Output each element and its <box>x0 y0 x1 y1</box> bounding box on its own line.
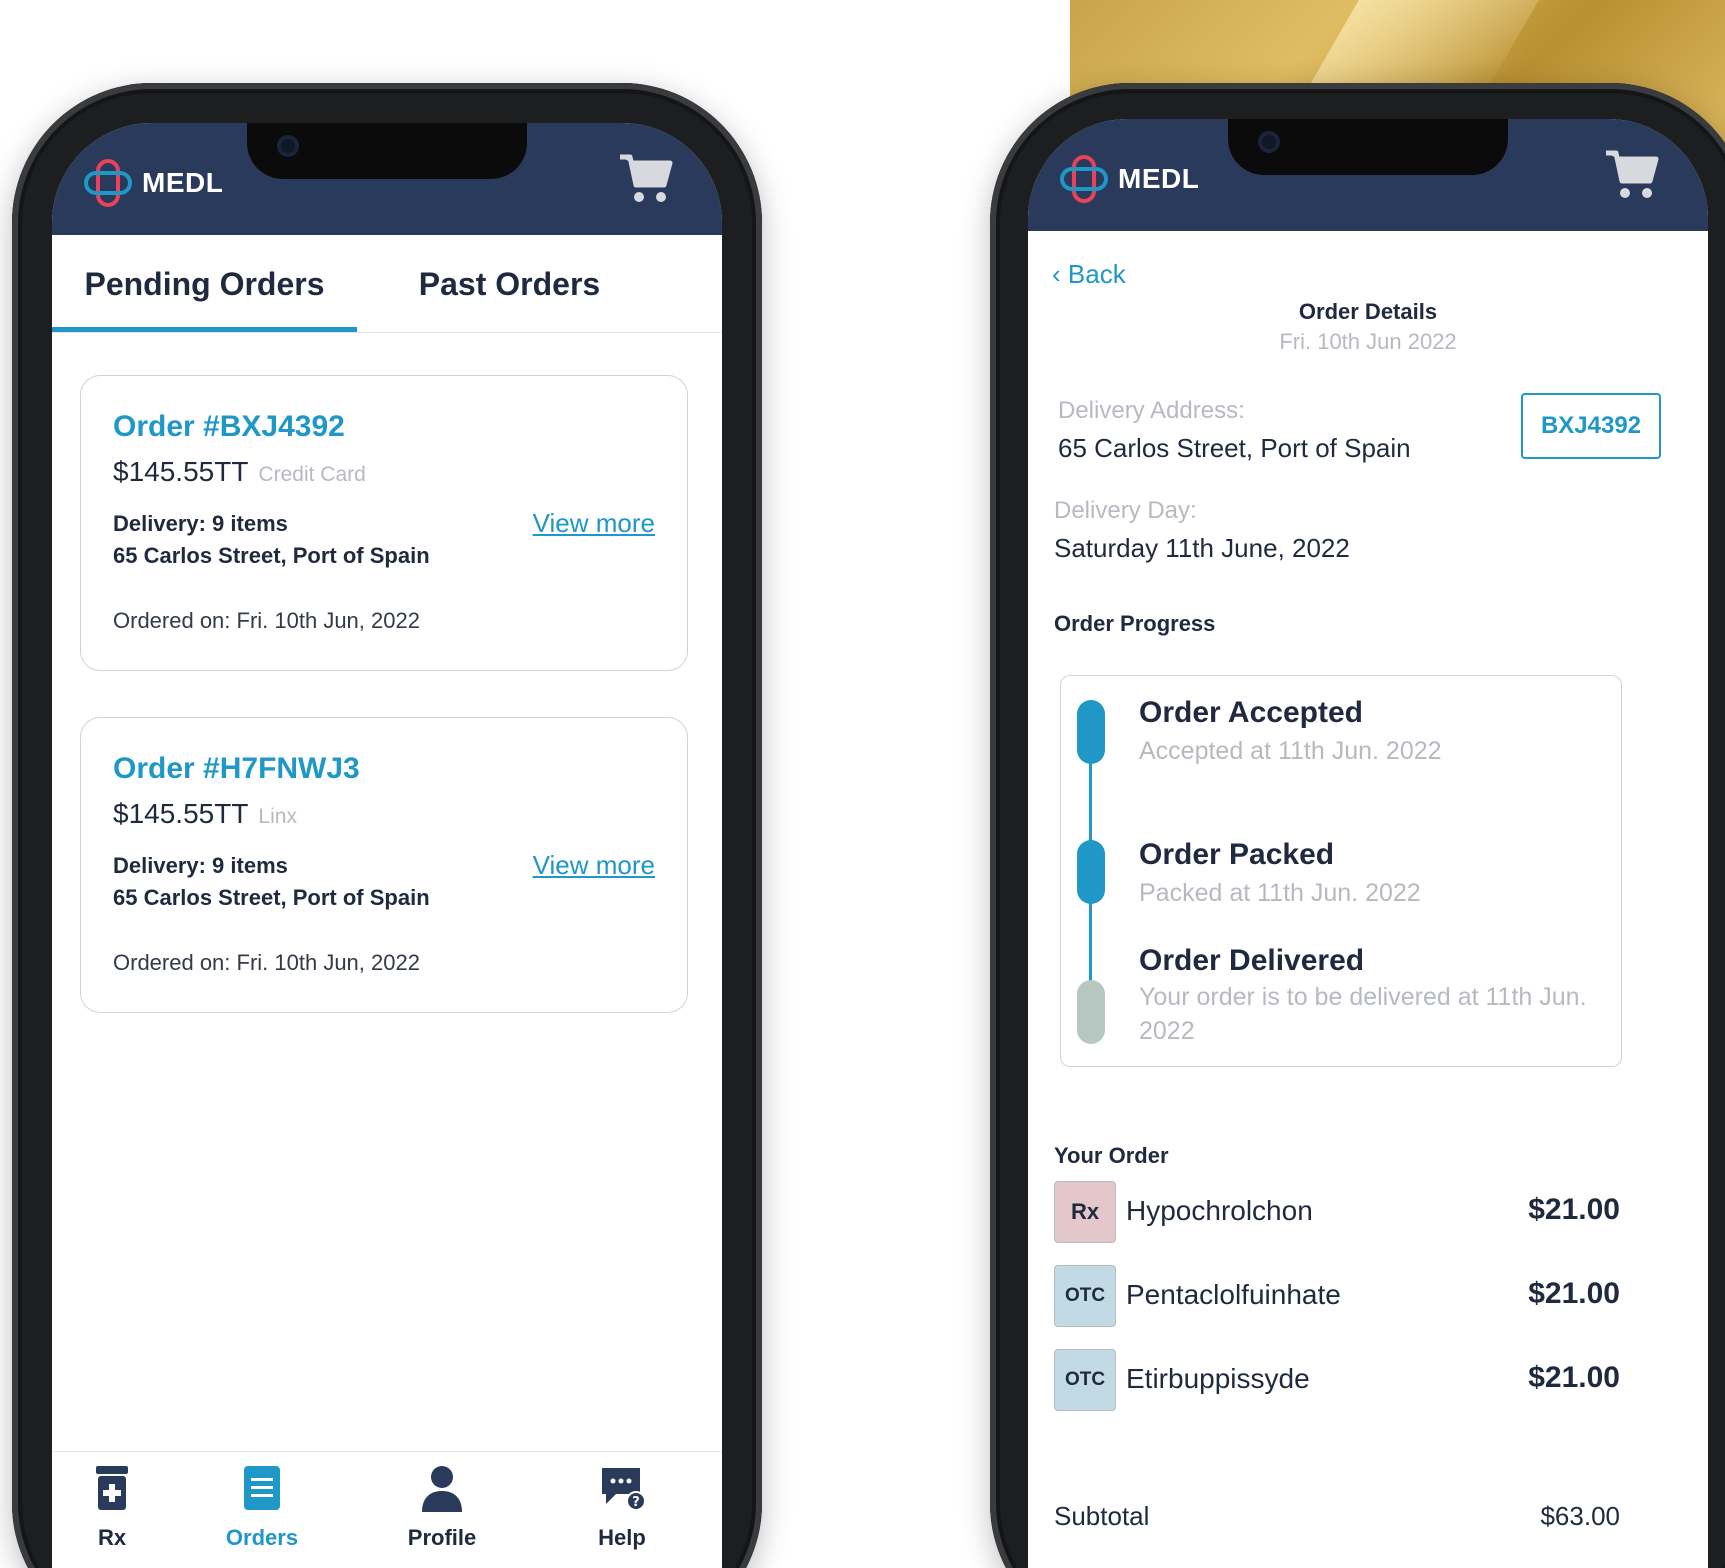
person-icon <box>422 1466 462 1512</box>
ordered-on: Ordered on: Fri. 10th Jun, 2022 <box>113 950 420 975</box>
order-card[interactable]: Order #BXJ4392 $145.55TT Credit Card Deli… <box>80 375 688 671</box>
amount-value: $145.55TT <box>113 456 249 487</box>
nav-orders[interactable]: Orders <box>202 1464 322 1551</box>
order-item: OTC Etirbuppissyde $21.00 <box>1054 1349 1620 1413</box>
order-progress-card: Order Accepted Accepted at 11th Jun. 202… <box>1060 675 1622 1067</box>
page-title: Order Details <box>1298 299 1438 324</box>
step-title: Order Delivered <box>1139 944 1365 977</box>
order-number: Order #H7FNWJ3 <box>113 752 360 785</box>
app-header: MEDL <box>1028 119 1708 231</box>
chevron-left-icon: ‹ <box>1052 259 1061 289</box>
brand-name: MEDL <box>1118 163 1200 194</box>
nav-profile[interactable]: Profile <box>382 1464 502 1551</box>
subtotal-row: Subtotal $63.00 <box>1054 1501 1620 1532</box>
step-subtitle: Packed at 11th Jun. 2022 <box>1139 879 1421 907</box>
step-subtitle: Accepted at 11th Jun. 2022 <box>1139 737 1442 765</box>
amount-value: $145.55TT <box>113 798 249 829</box>
order-tabs: Pending Orders Past Orders <box>52 235 722 333</box>
order-code-badge: BXJ4392 <box>1521 393 1661 459</box>
medl-logo: MEDL <box>1056 151 1199 207</box>
delivery-items: Delivery: 9 items <box>113 853 288 878</box>
app-header: MEDL <box>52 123 722 235</box>
tab-past-orders[interactable]: Past Orders <box>357 235 662 333</box>
order-date: Fri. 10th Jun 2022 <box>1279 329 1457 354</box>
delivery-info: Delivery: 9 items 65 Carlos Street, Port… <box>113 508 430 572</box>
view-more-link[interactable]: View more <box>533 508 655 539</box>
brand-name: MEDL <box>142 167 224 198</box>
subtotal-value: $63.00 <box>1540 1501 1620 1531</box>
order-item: OTC Pentaclolfuinhate $21.00 <box>1054 1265 1620 1329</box>
cart-icon[interactable] <box>618 151 674 210</box>
item-price: $21.00 <box>1528 1277 1620 1310</box>
view-more-link[interactable]: View more <box>533 850 655 881</box>
order-amount: $145.55TT Credit Card <box>113 456 366 488</box>
orders-screen: MEDL Pending Orders Past Orders Order #B… <box>52 123 722 1568</box>
orders-list-icon <box>244 1466 280 1510</box>
step-title: Order Packed <box>1139 838 1335 871</box>
nav-help[interactable]: ? Help <box>562 1464 682 1551</box>
pill-bottle-icon <box>96 1466 128 1510</box>
step-marker-accepted <box>1077 700 1105 764</box>
bottom-nav: Rx Orders Profile ? Help <box>52 1451 722 1568</box>
item-name: Pentaclolfuinhate <box>1126 1279 1341 1310</box>
back-button[interactable]: ‹ Back <box>1052 259 1126 290</box>
your-order-heading: Your Order <box>1054 1143 1169 1168</box>
order-amount: $145.55TT Linx <box>113 798 297 830</box>
nav-label: Rx <box>97 1525 127 1550</box>
order-number: Order #BXJ4392 <box>113 410 345 443</box>
nav-label: Help <box>598 1525 646 1550</box>
medl-cross-icon <box>84 159 132 207</box>
otc-badge: OTC <box>1054 1265 1116 1327</box>
delivery-address: 65 Carlos Street, Port of Spain <box>113 543 430 568</box>
delivery-day-value: Saturday 11th June, 2022 <box>1054 533 1350 563</box>
back-label: Back <box>1067 259 1126 289</box>
tab-pending-orders[interactable]: Pending Orders <box>52 235 357 333</box>
medl-logo: MEDL <box>80 155 223 211</box>
subtotal-label: Subtotal <box>1054 1501 1150 1531</box>
medl-cross-icon <box>1060 155 1108 203</box>
item-price: $21.00 <box>1528 1361 1620 1394</box>
rx-badge: Rx <box>1054 1181 1116 1243</box>
delivery-address-value: 65 Carlos Street, Port of Spain <box>1058 433 1411 463</box>
item-name: Etirbuppissyde <box>1126 1363 1310 1394</box>
nav-rx[interactable]: Rx <box>52 1464 172 1551</box>
phone-order-details: MEDL ‹ Back Order Details Fri. 10th Jun … <box>990 83 1725 1568</box>
delivery-info: Delivery: 9 items 65 Carlos Street, Port… <box>113 850 430 914</box>
camera <box>1258 131 1280 153</box>
order-progress-heading: Order Progress <box>1054 611 1216 636</box>
nav-label: Profile <box>407 1525 477 1550</box>
notch <box>247 123 527 179</box>
svg-text:?: ? <box>632 1495 640 1510</box>
payment-method: Linx <box>258 805 297 828</box>
phone-orders: MEDL Pending Orders Past Orders Order #B… <box>12 83 762 1568</box>
payment-method: Credit Card <box>258 463 366 486</box>
order-details-screen: MEDL ‹ Back Order Details Fri. 10th Jun … <box>1028 119 1708 1568</box>
notch <box>1228 119 1508 175</box>
delivery-address-label: Delivery Address: <box>1058 397 1245 424</box>
cart-icon[interactable] <box>1604 147 1660 206</box>
ordered-on: Ordered on: Fri. 10th Jun, 2022 <box>113 608 420 633</box>
camera <box>277 135 299 157</box>
nav-label: Orders <box>225 1525 299 1550</box>
otc-badge: OTC <box>1054 1349 1116 1411</box>
delivery-address: 65 Carlos Street, Port of Spain <box>113 885 430 910</box>
step-marker-delivered <box>1077 980 1105 1044</box>
active-tab-indicator <box>52 327 357 332</box>
order-card[interactable]: Order #H7FNWJ3 $145.55TT Linx Delivery: 9… <box>80 717 688 1013</box>
step-title: Order Accepted <box>1139 696 1363 729</box>
item-price: $21.00 <box>1528 1193 1620 1226</box>
delivery-day-label: Delivery Day: <box>1054 497 1197 524</box>
delivery-items: Delivery: 9 items <box>113 511 288 536</box>
item-name: Hypochrolchon <box>1126 1195 1313 1226</box>
chat-help-icon: ? <box>602 1468 646 1511</box>
step-marker-packed <box>1077 840 1105 904</box>
order-item: Rx Hypochrolchon $21.00 <box>1054 1181 1620 1245</box>
step-subtitle: Your order is to be delivered at 11th Ju… <box>1139 983 1587 1045</box>
